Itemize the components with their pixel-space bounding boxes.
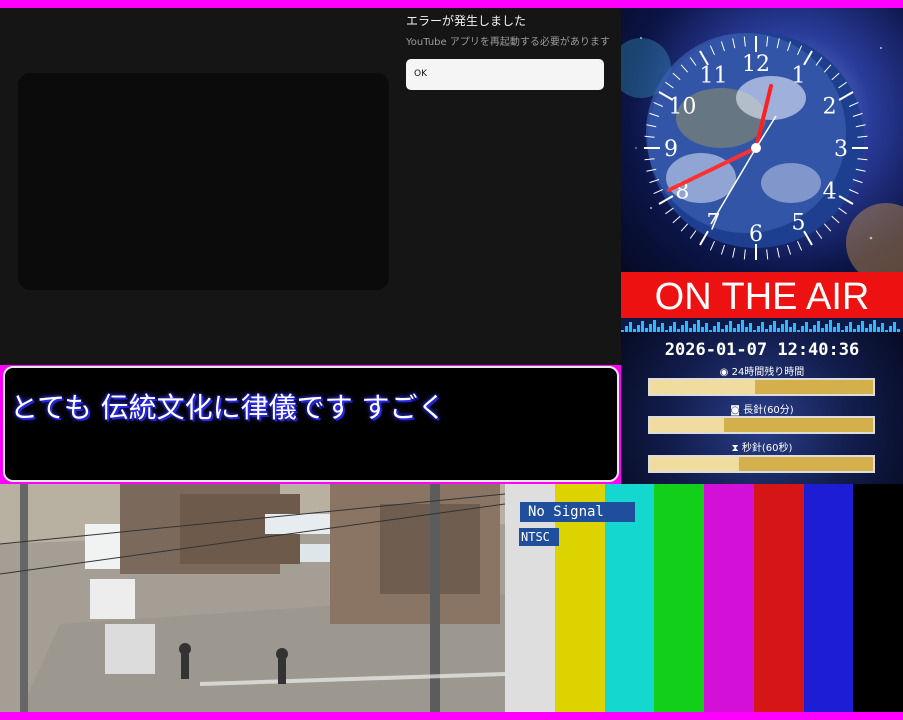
day-remaining-label: ◉ 24時間残り時間	[719, 367, 805, 378]
analog-clock: 12 1234567891011	[621, 32, 903, 272]
street-camera-image	[0, 484, 505, 712]
second-remaining-bar	[648, 455, 875, 473]
clock-tick	[672, 215, 681, 224]
color-bar	[803, 484, 854, 712]
clock-tick	[680, 223, 689, 232]
caption-text: とても 伝統文化に律儀です すごく	[10, 391, 446, 424]
clock-panel: 12 1 2 3 4 5 6 7 8 9 10 11	[621, 8, 903, 272]
clock-tick	[665, 207, 674, 215]
ntsc-label: NTSC	[519, 528, 559, 546]
on-air-label: ON THE AIR	[654, 276, 870, 318]
clock-numeral: 3	[834, 137, 848, 162]
clock-numeral: 6	[749, 222, 763, 247]
second-remaining-fill	[650, 457, 740, 471]
clock-numeral: 10	[668, 95, 696, 120]
clock-numeral: 9	[664, 137, 678, 162]
video-player-area[interactable]	[18, 73, 389, 290]
clock-tick	[831, 215, 840, 224]
globe-icon: ◉	[719, 367, 732, 378]
clock-tick	[766, 249, 769, 260]
clock-tick	[732, 247, 736, 258]
clock-icon: ◙	[730, 405, 744, 416]
clock-numeral: 1	[792, 63, 806, 88]
clock-tick	[776, 247, 780, 258]
color-bar	[853, 484, 903, 712]
day-remaining-fill	[650, 380, 755, 394]
clock-numeral: 11	[700, 63, 728, 88]
day-remaining-bar	[648, 378, 875, 396]
clock-tick	[823, 223, 832, 232]
clock-numeral: 4	[823, 180, 837, 205]
clock-numeral: 12	[742, 52, 770, 77]
error-title: エラーが発生しました	[406, 14, 527, 28]
color-bar	[704, 484, 755, 712]
clock-tick	[743, 249, 746, 260]
ok-button[interactable]: OK	[406, 59, 604, 90]
clock-tick	[787, 244, 792, 255]
audio-meter-strip	[621, 318, 903, 333]
error-message: YouTube アプリを再起動する必要があります	[406, 37, 610, 48]
color-bar	[654, 484, 705, 712]
clock-numeral: 2	[823, 95, 837, 120]
minute-remaining-bar	[648, 416, 875, 434]
clock-numeral: 7	[707, 211, 721, 236]
clock-tick	[689, 230, 697, 239]
clock-tick	[815, 230, 823, 239]
clock-tick	[797, 240, 803, 251]
clock-tick	[720, 244, 725, 255]
no-signal-label: No Signal	[520, 502, 635, 522]
top-border	[0, 0, 903, 8]
bottom-border	[0, 712, 903, 720]
date-time-readout: 2026-01-07 12:40:36	[664, 340, 860, 360]
color-bar	[753, 484, 804, 712]
hourglass-icon: ⧗	[731, 443, 742, 454]
minute-remaining-label: ◙ 長針(60分)	[730, 405, 794, 416]
minute-remaining-fill	[650, 418, 724, 432]
street-camera-view	[0, 484, 505, 712]
clock-tick	[709, 240, 715, 251]
clock-numeral: 5	[792, 211, 806, 236]
clock-tick	[838, 207, 847, 215]
second-remaining-label: ⧗ 秒針(60秒)	[731, 443, 793, 454]
